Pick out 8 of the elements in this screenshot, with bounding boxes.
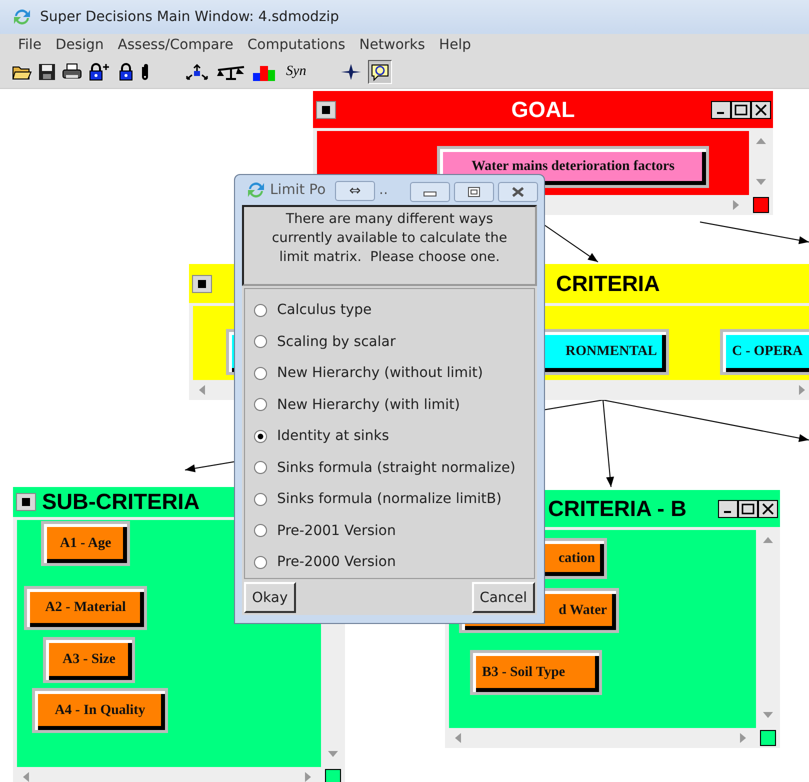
cluster-title: GOAL [511,96,575,122]
dialog-message: There are many different ways currently available to calculate the limit matrix. Please choose one. [242,204,537,286]
cluster-title: CRITERIA [556,270,660,296]
cluster-title: CRITERIA - B [548,496,687,522]
dialog-title: .. [379,182,388,198]
window-title: Super Decisions Main Window: 4.sdmodzip [40,9,340,25]
cluster-title: SUB-CRITERIA [42,489,200,515]
dialog-title: Limit Po [270,182,326,198]
